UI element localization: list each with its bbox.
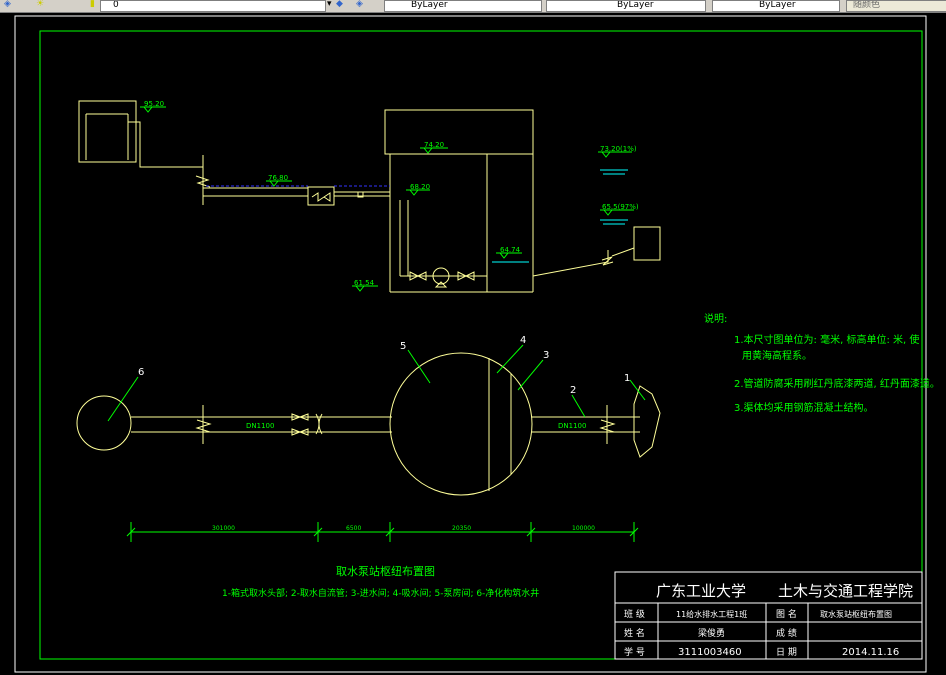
- note-2: 2.管道防腐采用刷红丹底漆两道, 红丹面漆道。: [734, 377, 940, 390]
- upper-tank: [78, 100, 137, 163]
- plan-label-3: 3: [543, 350, 549, 361]
- layer-value: 0: [113, 0, 119, 10]
- note-1: 1.本尺寸图单位为: 毫米, 标高单位: 米, 使: [734, 333, 919, 346]
- dropdown-arrow-icon[interactable]: ▾: [327, 0, 332, 9]
- color-value: ByLayer: [411, 0, 448, 10]
- date-label: 日 期: [776, 647, 797, 658]
- pipe-label-right: DN1100: [558, 422, 586, 430]
- notes-title: 说明:: [704, 312, 727, 325]
- college-name: 土木与交通工程学院: [778, 582, 913, 600]
- lineweight-select[interactable]: ByLayer: [712, 0, 840, 12]
- drawing-title: 取水泵站枢纽布置图: [336, 564, 435, 578]
- layers-icon[interactable]: ◈: [4, 0, 11, 9]
- layer-select[interactable]: 0: [100, 0, 326, 12]
- make-current-icon[interactable]: ◆: [336, 0, 343, 9]
- linetype-select[interactable]: ByLayer: [546, 0, 706, 12]
- layer-previous-icon[interactable]: ◈: [356, 0, 363, 9]
- dim-2: 6500: [346, 525, 361, 532]
- class-value: 11给水排水工程1班: [676, 609, 747, 619]
- school-name: 广东工业大学: [656, 582, 746, 600]
- plan-label-6: 6: [138, 367, 144, 378]
- student-id-value: 3111003460: [678, 647, 742, 658]
- drawing-name-label: 图 名: [776, 608, 797, 620]
- elevation-section: [78, 100, 661, 293]
- plan-label-1: 1: [624, 373, 630, 384]
- plan-leaders: [107, 344, 646, 422]
- student-name-value: 梁俊勇: [698, 627, 725, 639]
- elevation-markers: [140, 106, 634, 292]
- class-label: 班 级: [624, 608, 645, 620]
- plan-label-2: 2: [570, 385, 576, 396]
- lineweight-value: ByLayer: [759, 0, 796, 10]
- plan-label-5: 5: [400, 341, 406, 352]
- note-1b: 用黄海高程系。: [742, 349, 812, 362]
- student-name-label: 姓 名: [624, 627, 645, 639]
- note-3: 3.渠体均采用钢筋混凝土结构。: [734, 401, 874, 414]
- drawing-legend: 1-箱式取水头部; 2-取水自流管; 3-进水间; 4-吸水间; 5-泵房间; …: [222, 587, 539, 599]
- intake-head: [633, 385, 661, 458]
- dim-1: 301000: [212, 525, 235, 532]
- linetype-value: ByLayer: [617, 0, 654, 10]
- plan-label-4: 4: [520, 335, 526, 346]
- clear-water-tank: [633, 226, 661, 261]
- dim-4: 100000: [572, 525, 595, 532]
- drawing-name-value: 取水泵站枢纽布置图: [820, 609, 892, 619]
- dim-3: 20350: [452, 525, 471, 532]
- color-select[interactable]: ByLayer: [384, 0, 542, 12]
- layer-state-icon[interactable]: ☀: [36, 0, 44, 9]
- purification-well: [76, 395, 132, 451]
- student-id-label: 学 号: [624, 646, 645, 658]
- cad-drawing-canvas[interactable]: 95.20 76.80 74.20 68.20 64.74 61.54 73.2…: [0, 12, 946, 675]
- score-label: 成 绩: [776, 627, 797, 639]
- dimension-line: [126, 522, 639, 542]
- pump-house-roof: [384, 109, 534, 155]
- plotstyle-select[interactable]: 随颜色: [846, 0, 946, 12]
- pipe-label-left: DN1100: [246, 422, 274, 430]
- lock-icon[interactable]: ▮: [90, 0, 95, 9]
- date-value: 2014.11.16: [842, 647, 899, 658]
- plotstyle-value: 随颜色: [853, 0, 881, 10]
